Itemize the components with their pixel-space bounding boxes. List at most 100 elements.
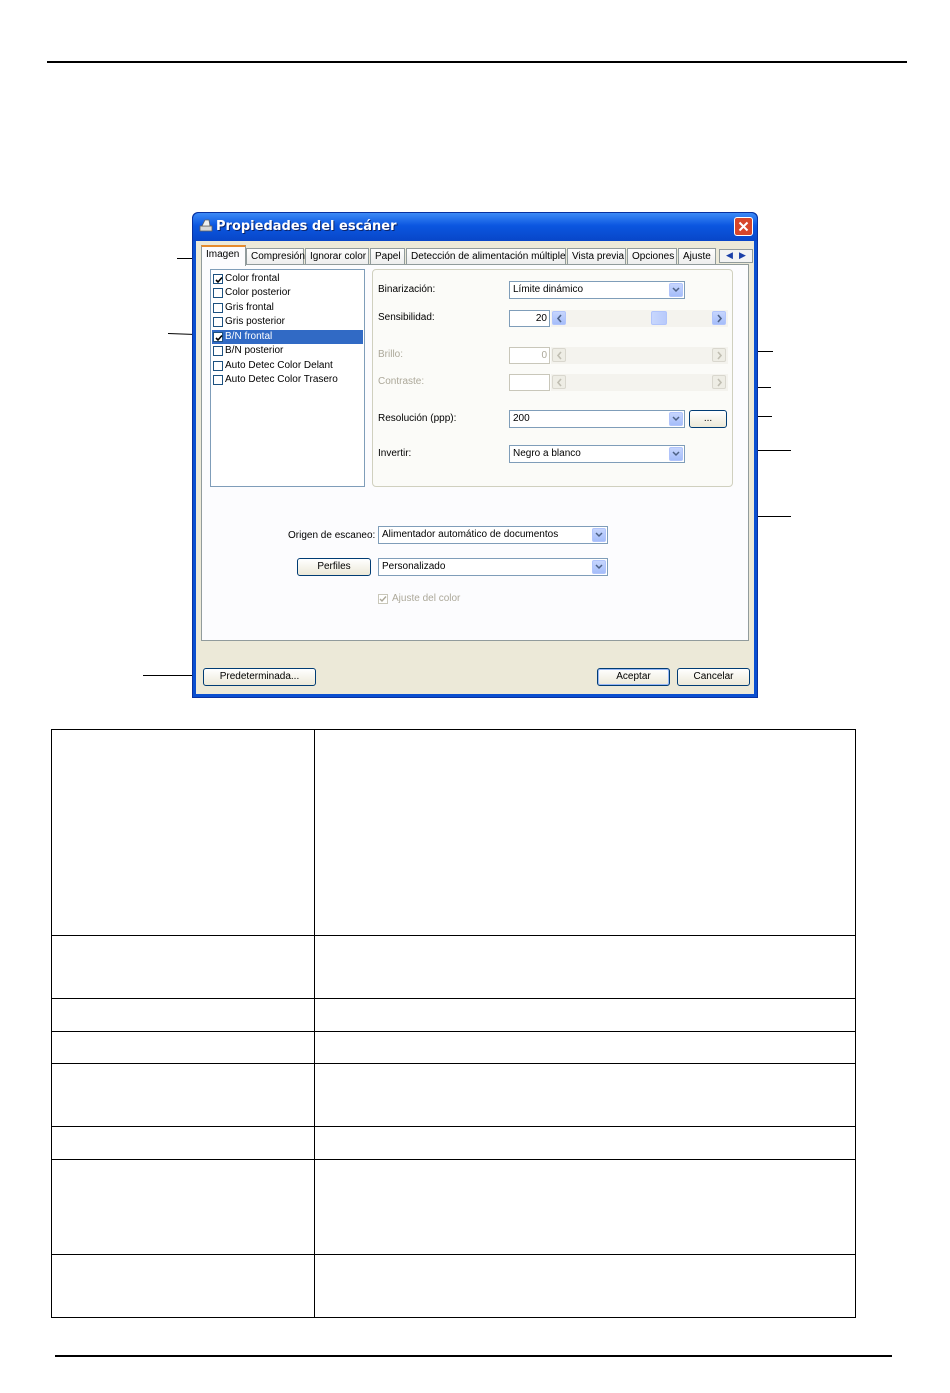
image-type-list[interactable]: Color frontal Color posterior Gris front… <box>210 269 365 487</box>
table-row-divider <box>52 1063 855 1064</box>
table-column-divider <box>314 730 315 1317</box>
binarization-value: Límite dinámico <box>513 284 584 295</box>
resolution-more-button[interactable]: ... <box>689 410 727 428</box>
button-label: Perfiles <box>317 561 351 572</box>
settings-group: Binarización: Límite dinámico Sensibilid… <box>372 269 733 487</box>
footer-rule <box>55 1355 892 1357</box>
dialog-title: Propiedades del escáner <box>216 219 397 234</box>
chevron-left-icon[interactable] <box>552 311 566 325</box>
chevron-right-icon[interactable]: ▶ <box>739 250 746 261</box>
binarization-select[interactable]: Límite dinámico <box>509 281 685 299</box>
checkbox[interactable] <box>213 332 223 342</box>
invert-value: Negro a blanco <box>513 448 581 459</box>
table-row-divider <box>52 1126 855 1127</box>
chevron-down-icon[interactable] <box>669 412 683 426</box>
list-item[interactable]: Color posterior <box>212 286 363 300</box>
resolution-select[interactable]: 200 <box>509 410 685 428</box>
tab-papel[interactable]: Papel <box>370 248 405 265</box>
list-item[interactable]: Color frontal <box>212 272 363 286</box>
tab-vista-previa[interactable]: Vista previa <box>567 248 626 265</box>
scanner-properties-dialog: Propiedades del escáner Imagen Compresió… <box>192 212 758 698</box>
list-item-label: Color posterior <box>225 287 291 298</box>
contrast-label: Contraste: <box>378 376 425 387</box>
list-item[interactable]: Gris posterior <box>212 315 363 329</box>
table-row-divider <box>52 998 855 999</box>
chevron-down-icon[interactable] <box>592 528 606 542</box>
list-item-label: B/N frontal <box>225 331 273 342</box>
tab-label: Detección de alimentación múltiple <box>411 251 566 262</box>
list-item[interactable]: Auto Detec Color Trasero <box>212 373 363 387</box>
scanner-icon <box>199 219 213 232</box>
tab-ignorar-color[interactable]: Ignorar color <box>305 248 369 265</box>
chevron-left-icon <box>552 375 566 389</box>
close-button[interactable] <box>734 217 753 236</box>
contrast-value-field <box>509 374 550 391</box>
tab-label: Ignorar color <box>310 251 367 262</box>
tab-label: Opciones <box>632 251 675 262</box>
tab-panel-imagen: Color frontal Color posterior Gris front… <box>201 264 749 641</box>
tab-scroll-buttons[interactable]: ◀ ▶ <box>719 249 753 263</box>
tab-label: Papel <box>375 251 401 262</box>
header-rule <box>47 61 907 63</box>
checkbox[interactable] <box>213 317 223 327</box>
tab-label: Imagen <box>206 249 240 260</box>
default-button[interactable]: Predeterminada... <box>203 668 316 686</box>
tab-ajuste[interactable]: Ajuste <box>678 248 716 265</box>
tab-deteccion[interactable]: Detección de alimentación múltiple <box>406 248 566 265</box>
checkbox[interactable] <box>213 361 223 371</box>
cancel-button[interactable]: Cancelar <box>677 668 750 686</box>
color-adjust-checkbox <box>378 594 388 604</box>
chevron-right-icon[interactable] <box>712 311 726 325</box>
checkbox[interactable] <box>213 274 223 284</box>
chevron-down-icon[interactable] <box>592 560 606 574</box>
sensitivity-value: 20 <box>535 313 547 324</box>
tab-imagen[interactable]: Imagen <box>201 245 246 266</box>
ok-button[interactable]: Aceptar <box>597 668 670 686</box>
tab-label: Compresión <box>251 251 305 262</box>
tab-label: Ajuste <box>683 251 711 262</box>
profiles-select[interactable]: Personalizado <box>378 558 608 576</box>
contrast-slider <box>551 374 728 391</box>
list-item-selected[interactable]: B/N frontal <box>212 330 363 344</box>
check-icon <box>215 334 223 342</box>
checkbox[interactable] <box>213 303 223 313</box>
checkbox[interactable] <box>213 346 223 356</box>
button-label: Predeterminada... <box>219 671 300 682</box>
list-item-label: B/N posterior <box>225 345 284 356</box>
button-label: Aceptar <box>616 671 651 682</box>
profiles-value: Personalizado <box>382 561 446 572</box>
list-item-label: Auto Detec Color Delant <box>225 360 333 371</box>
binarization-label: Binarización: <box>378 284 436 295</box>
close-icon <box>738 221 749 232</box>
invert-label: Invertir: <box>378 448 412 459</box>
tab-compresion[interactable]: Compresión <box>246 248 305 265</box>
checkbox[interactable] <box>213 375 223 385</box>
list-item[interactable]: Gris frontal <box>212 301 363 315</box>
chevron-down-icon[interactable] <box>669 283 683 297</box>
resolution-label: Resolución (ppp): <box>378 413 457 424</box>
list-item[interactable]: B/N posterior <box>212 344 363 358</box>
brightness-slider <box>551 347 728 364</box>
color-adjust-label: Ajuste del color <box>392 593 461 604</box>
table-row-divider <box>52 1159 855 1160</box>
tab-label: Vista previa <box>572 251 625 262</box>
sensitivity-slider[interactable] <box>551 310 728 327</box>
check-icon <box>379 596 387 603</box>
scan-source-select[interactable]: Alimentador automático de documentos <box>378 526 608 544</box>
description-table <box>51 729 856 1318</box>
chevron-down-icon[interactable] <box>669 447 683 461</box>
brightness-value: 0 <box>541 350 547 361</box>
sensitivity-value-field[interactable]: 20 <box>509 310 550 327</box>
list-item[interactable]: Auto Detec Color Delant <box>212 359 363 373</box>
chevron-left-icon[interactable]: ◀ <box>726 250 733 261</box>
brightness-label: Brillo: <box>378 349 404 360</box>
slider-thumb[interactable] <box>651 311 667 325</box>
invert-select[interactable]: Negro a blanco <box>509 445 685 463</box>
tab-opciones[interactable]: Opciones <box>627 248 677 265</box>
checkbox[interactable] <box>213 288 223 298</box>
profiles-button[interactable]: Perfiles <box>297 558 371 576</box>
scan-source-value: Alimentador automático de documentos <box>382 529 559 540</box>
sensitivity-label: Sensibilidad: <box>378 312 435 323</box>
chevron-left-icon <box>552 348 566 362</box>
brightness-value-field: 0 <box>509 347 550 364</box>
